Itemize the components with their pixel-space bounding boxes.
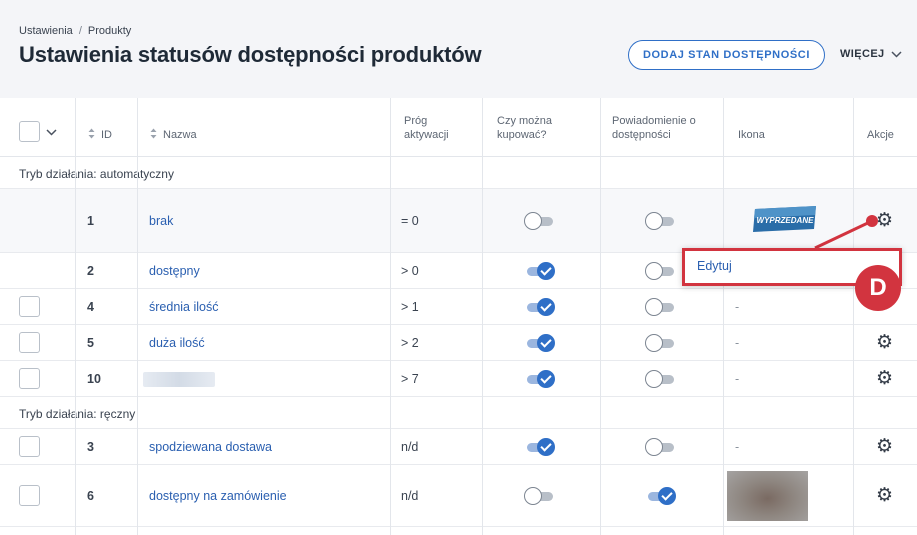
- annotation-badge: D: [855, 265, 901, 311]
- edit-menu-item[interactable]: Edytuj: [697, 259, 732, 273]
